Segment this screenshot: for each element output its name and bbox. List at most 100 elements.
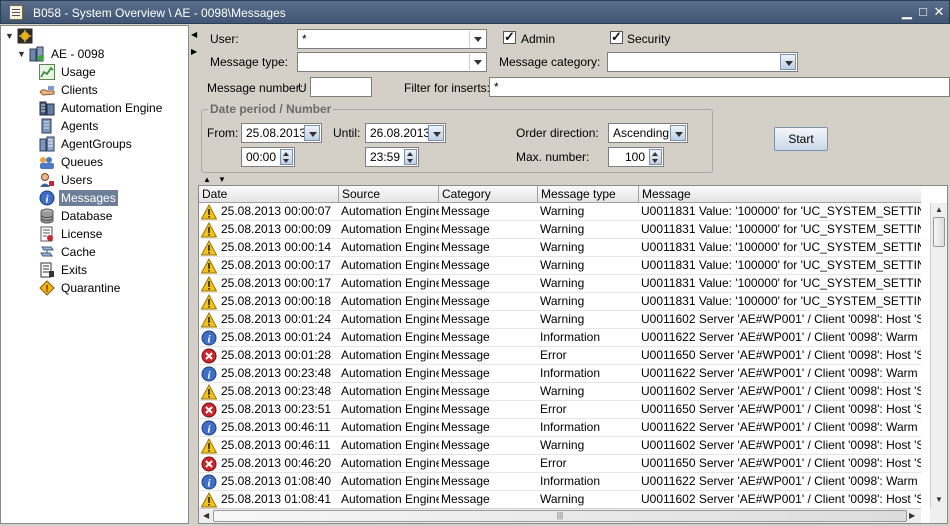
vertical-scroll-thumb[interactable] (933, 217, 945, 247)
until-date-picker[interactable]: 26.08.2013 (365, 123, 446, 143)
table-row[interactable]: i 25.08.2013 00:23:48 Automation Engine Mes… (199, 365, 921, 383)
message-category-label: Message category: (499, 55, 601, 69)
system-root-icon (17, 28, 33, 44)
column-header-message-type[interactable]: Message type (538, 186, 639, 203)
column-header-source[interactable]: Source (339, 186, 439, 203)
cell-message: U0011831 Value: '100000' for 'UC_SYSTEM_… (641, 222, 921, 236)
column-header-date[interactable]: Date (199, 186, 339, 203)
spinner-arrows-icon[interactable] (280, 149, 293, 165)
table-row[interactable]: 25.08.2013 00:23:48 Automation Engine Mess… (199, 383, 921, 401)
cell-category: Message (441, 294, 490, 308)
from-date-picker[interactable]: 25.08.2013 (241, 123, 322, 143)
cell-message-type: Information (540, 474, 601, 488)
tree-item-cache[interactable]: Cache (39, 243, 98, 261)
chevron-down-icon[interactable] (670, 125, 686, 141)
max-number-spinner[interactable]: 100 (608, 147, 664, 167)
table-row[interactable]: 25.08.2013 00:01:24 Automation Engine Mess… (199, 311, 921, 329)
tree-node-ae[interactable]: AE - 0098 (29, 45, 106, 63)
table-row[interactable]: 25.08.2013 00:23:51 Automation Engine Mess… (199, 401, 921, 419)
tree-root-system[interactable] (17, 27, 37, 45)
user-combo[interactable]: * (297, 29, 487, 49)
tree-item-database[interactable]: Database (39, 207, 114, 225)
column-header-category[interactable]: Category (439, 186, 538, 203)
minimize-button[interactable]: ▁ (899, 4, 915, 20)
scroll-left-icon[interactable]: ◀ (203, 511, 209, 520)
tree-item-license[interactable]: License (39, 225, 104, 243)
table-row[interactable]: 25.08.2013 00:46:20 Automation Engine Mess… (199, 455, 921, 473)
table-row[interactable]: i 25.08.2013 01:08:40 Automation Engine Mes… (199, 473, 921, 491)
database-icon (40, 208, 54, 224)
chevron-down-icon[interactable] (469, 54, 485, 70)
cell-date: 25.08.2013 00:46:11 (221, 420, 331, 434)
tree-item-messages[interactable]: i Messages (39, 189, 118, 207)
cell-message-type: Error (540, 456, 567, 470)
tree-item-label: Messages (59, 190, 118, 206)
admin-checkbox[interactable] (503, 29, 516, 45)
expand-right-icon[interactable]: ▶ (191, 47, 197, 56)
vertical-scrollbar[interactable]: ▲ ▼ (930, 203, 947, 508)
tree-item-queues[interactable]: Queues (39, 153, 105, 171)
collapse-left-icon[interactable]: ◀ (191, 30, 197, 39)
column-header-message[interactable]: Message (639, 186, 921, 203)
collapse-up-icon[interactable]: ▲ (203, 175, 211, 184)
table-body: 25.08.2013 00:00:07 Automation Engine Mess… (199, 203, 921, 509)
table-row[interactable]: 25.08.2013 00:01:28 Automation Engine Mess… (199, 347, 921, 365)
table-row[interactable]: i 25.08.2013 00:01:24 Automation Engine Mes… (199, 329, 921, 347)
cell-date: 25.08.2013 00:01:28 (221, 348, 332, 362)
tree-item-agentgroups[interactable]: AgentGroups (39, 135, 134, 153)
scroll-down-icon[interactable]: ▼ (935, 495, 943, 504)
table-row[interactable]: 25.08.2013 00:00:09 Automation Engine Mess… (199, 221, 921, 239)
collapse-toggle[interactable]: ▼ (17, 49, 26, 59)
title-bar[interactable]: B058 - System Overview \ AE - 0098\Messa… (0, 0, 950, 24)
from-time-spinner[interactable]: 00:00 (241, 147, 295, 167)
horizontal-scrollbar[interactable]: ◀ ||| ▶ (199, 508, 921, 523)
horizontal-scroll-thumb[interactable]: ||| (213, 510, 907, 522)
table-row[interactable]: 25.08.2013 00:00:07 Automation Engine Mess… (199, 203, 921, 221)
clients-icon (39, 86, 55, 96)
exits-icon (40, 262, 54, 278)
table-row[interactable]: i 25.08.2013 00:46:11 Automation Engine Mes… (199, 419, 921, 437)
cell-message: U0011602 Server 'AE#WP001' / Client '009… (641, 384, 921, 398)
spinner-arrows-icon[interactable] (404, 149, 417, 165)
table-row[interactable]: 25.08.2013 00:00:18 Automation Engine Mess… (199, 293, 921, 311)
tree-item-users[interactable]: Users (39, 171, 94, 189)
order-direction-select[interactable]: Ascending (608, 123, 688, 143)
chevron-down-icon[interactable] (304, 125, 320, 141)
message-type-combo[interactable] (297, 52, 487, 72)
table-row[interactable]: 25.08.2013 00:00:14 Automation Engine Mess… (199, 239, 921, 257)
chevron-down-icon[interactable] (469, 31, 485, 47)
tree-item-agents[interactable]: Agents (39, 117, 100, 135)
start-button[interactable]: Start (774, 127, 828, 151)
scroll-up-icon[interactable]: ▲ (935, 205, 943, 214)
tree-item-exits[interactable]: Exits (39, 261, 89, 279)
message-category-combo[interactable] (607, 52, 798, 72)
scroll-right-icon[interactable]: ▶ (909, 511, 915, 520)
max-number-label: Max. number: (516, 150, 590, 164)
cell-source: Automation Engine (341, 438, 439, 452)
tree-item-usage[interactable]: Usage (39, 63, 98, 81)
expand-down-icon[interactable]: ▼ (218, 175, 226, 184)
maximize-button[interactable]: □ (915, 4, 931, 20)
cell-message-type: Warning (540, 294, 585, 308)
table-row[interactable]: 25.08.2013 00:00:17 Automation Engine Mess… (199, 275, 921, 293)
message-number-input[interactable] (310, 77, 372, 97)
close-button[interactable]: ✕ (931, 4, 947, 20)
license-icon (40, 226, 53, 242)
until-time-spinner[interactable]: 23:59 (365, 147, 419, 167)
table-row[interactable]: 25.08.2013 00:46:11 Automation Engine Mess… (199, 437, 921, 455)
filter-inserts-input[interactable]: * (489, 77, 950, 97)
table-row[interactable]: 25.08.2013 01:08:41 Automation Engine Mess… (199, 491, 921, 509)
cell-message-type: Warning (540, 204, 585, 218)
chevron-down-icon[interactable] (428, 125, 444, 141)
user-value: * (302, 32, 307, 46)
table-row[interactable]: 25.08.2013 00:00:17 Automation Engine Mess… (199, 257, 921, 275)
quarantine-icon: ! (39, 280, 55, 296)
chevron-down-icon[interactable] (780, 54, 796, 70)
tree-item-quarantine[interactable]: ! Quarantine (39, 279, 122, 297)
security-checkbox[interactable] (610, 29, 623, 45)
spinner-arrows-icon[interactable] (649, 149, 662, 165)
tree-item-clients[interactable]: Clients (39, 81, 100, 99)
tree-item-automation-engine[interactable]: Automation Engine (39, 99, 164, 117)
cell-message-type: Warning (540, 438, 585, 452)
collapse-toggle[interactable]: ▼ (5, 31, 14, 41)
